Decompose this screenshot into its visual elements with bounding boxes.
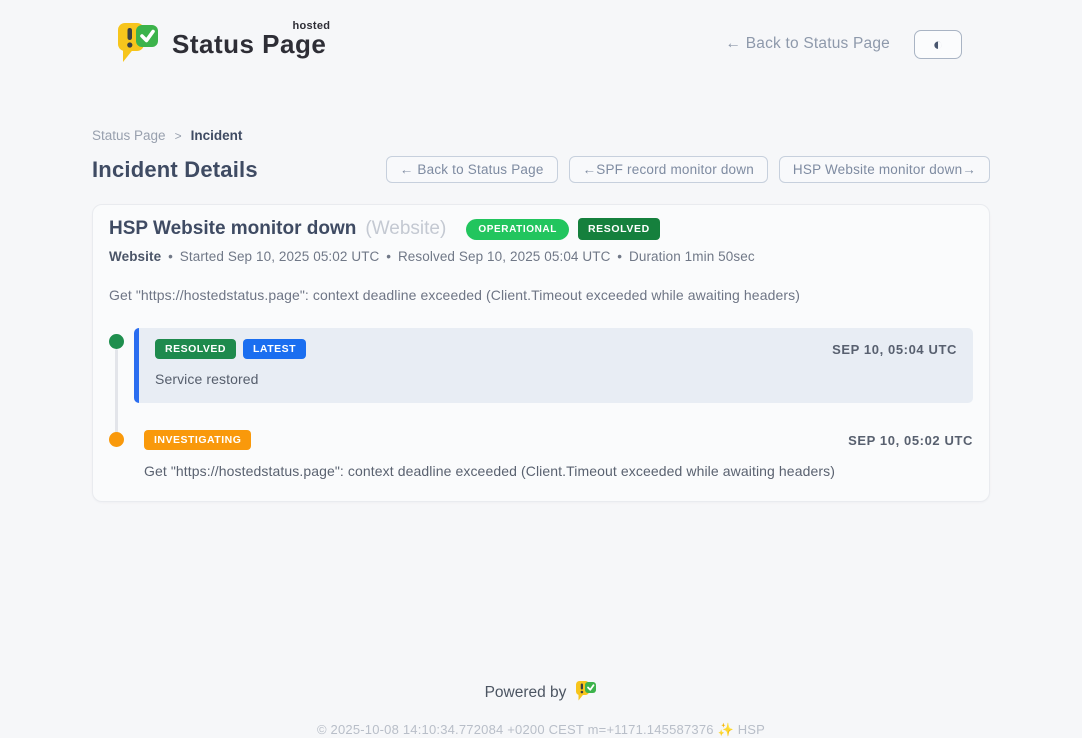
- timeline-dot-resolved: [109, 334, 124, 349]
- back-to-status-page-link[interactable]: ← Back to Status Page: [726, 35, 890, 53]
- logo-title: Status Page hosted: [172, 29, 326, 60]
- investigating-badge: INVESTIGATING: [144, 430, 251, 450]
- prev-incident-button[interactable]: ←SPF record monitor down: [569, 156, 768, 183]
- timeline-entry-investigating: INVESTIGATING SEP 10, 05:02 UTC Get "htt…: [109, 429, 973, 479]
- copyright-text: © 2025-10-08 14:10:34.772084 +0200 CEST …: [0, 722, 1082, 738]
- meta-separator: •: [383, 249, 394, 264]
- incident-nav-buttons: ← Back to Status Page ←SPF record monito…: [386, 156, 990, 183]
- timeline-entry-body: RESOLVED LATEST SEP 10, 05:04 UTC Servic…: [134, 328, 973, 403]
- timeline-badge-row: INVESTIGATING SEP 10, 05:02 UTC: [144, 430, 973, 450]
- theme-toggle-button[interactable]: ◐: [914, 30, 962, 59]
- logo-superscript: hosted: [292, 20, 330, 32]
- breadcrumb-status-page[interactable]: Status Page: [92, 128, 166, 143]
- powered-by-link[interactable]: Powered by: [485, 680, 598, 706]
- incident-card: HSP Website monitor down (Website) OPERA…: [92, 204, 990, 502]
- incident-started: Started Sep 10, 2025 05:02 UTC: [180, 249, 380, 264]
- incident-card-header: HSP Website monitor down (Website) OPERA…: [109, 218, 973, 240]
- top-bar: Status Page hosted ← Back to Status Page…: [0, 0, 1082, 72]
- incident-description: Get "https://hostedstatus.page": context…: [109, 287, 973, 303]
- title-row: Incident Details ← Back to Status Page ←…: [92, 156, 990, 183]
- status-page-logo-icon-small: [575, 680, 597, 706]
- resolved-badge: RESOLVED: [155, 339, 236, 359]
- timeline-message: Service restored: [155, 371, 957, 387]
- powered-by-label: Powered by: [485, 684, 567, 702]
- incident-service: Website: [109, 249, 161, 264]
- incident-meta: Website • Started Sep 10, 2025 05:02 UTC…: [109, 249, 973, 264]
- incident-scope: (Website): [365, 218, 446, 240]
- back-to-status-page-button[interactable]: ← Back to Status Page: [386, 156, 558, 183]
- main-content: Status Page > Incident Incident Details …: [92, 128, 990, 502]
- header-actions: ← Back to Status Page ◐: [726, 30, 962, 59]
- latest-badge: LATEST: [243, 339, 306, 359]
- timeline-badge-row: RESOLVED LATEST SEP 10, 05:04 UTC: [155, 339, 957, 359]
- breadcrumb: Status Page > Incident: [92, 128, 990, 143]
- timeline-dot-investigating: [109, 432, 124, 447]
- circle-half-icon: ◐: [933, 36, 943, 53]
- status-page-logo[interactable]: Status Page hosted: [116, 21, 326, 68]
- page-footer: Powered by © 2025-10-08 14:10:34.772084 …: [0, 680, 1082, 738]
- resolved-status-badge: RESOLVED: [578, 218, 660, 240]
- page-title: Incident Details: [92, 157, 258, 183]
- meta-separator: •: [614, 249, 625, 264]
- timeline-entry-resolved: RESOLVED LATEST SEP 10, 05:04 UTC Servic…: [109, 328, 973, 403]
- timeline-timestamp: SEP 10, 05:04 UTC: [832, 342, 957, 357]
- incident-timeline: RESOLVED LATEST SEP 10, 05:04 UTC Servic…: [109, 328, 973, 479]
- operational-status-badge: OPERATIONAL: [466, 219, 569, 240]
- timeline-timestamp: SEP 10, 05:02 UTC: [848, 433, 973, 448]
- timeline-entry-body: INVESTIGATING SEP 10, 05:02 UTC Get "htt…: [134, 429, 973, 479]
- next-incident-button[interactable]: HSP Website monitor down→: [779, 156, 990, 183]
- breadcrumb-separator: >: [175, 129, 182, 143]
- incident-resolved: Resolved Sep 10, 2025 05:04 UTC: [398, 249, 610, 264]
- incident-duration: Duration 1min 50sec: [629, 249, 755, 264]
- incident-title: HSP Website monitor down: [109, 218, 356, 240]
- status-page-logo-icon: [116, 21, 160, 68]
- timeline-message: Get "https://hostedstatus.page": context…: [144, 463, 973, 479]
- meta-separator: •: [165, 249, 176, 264]
- breadcrumb-incident: Incident: [191, 128, 243, 143]
